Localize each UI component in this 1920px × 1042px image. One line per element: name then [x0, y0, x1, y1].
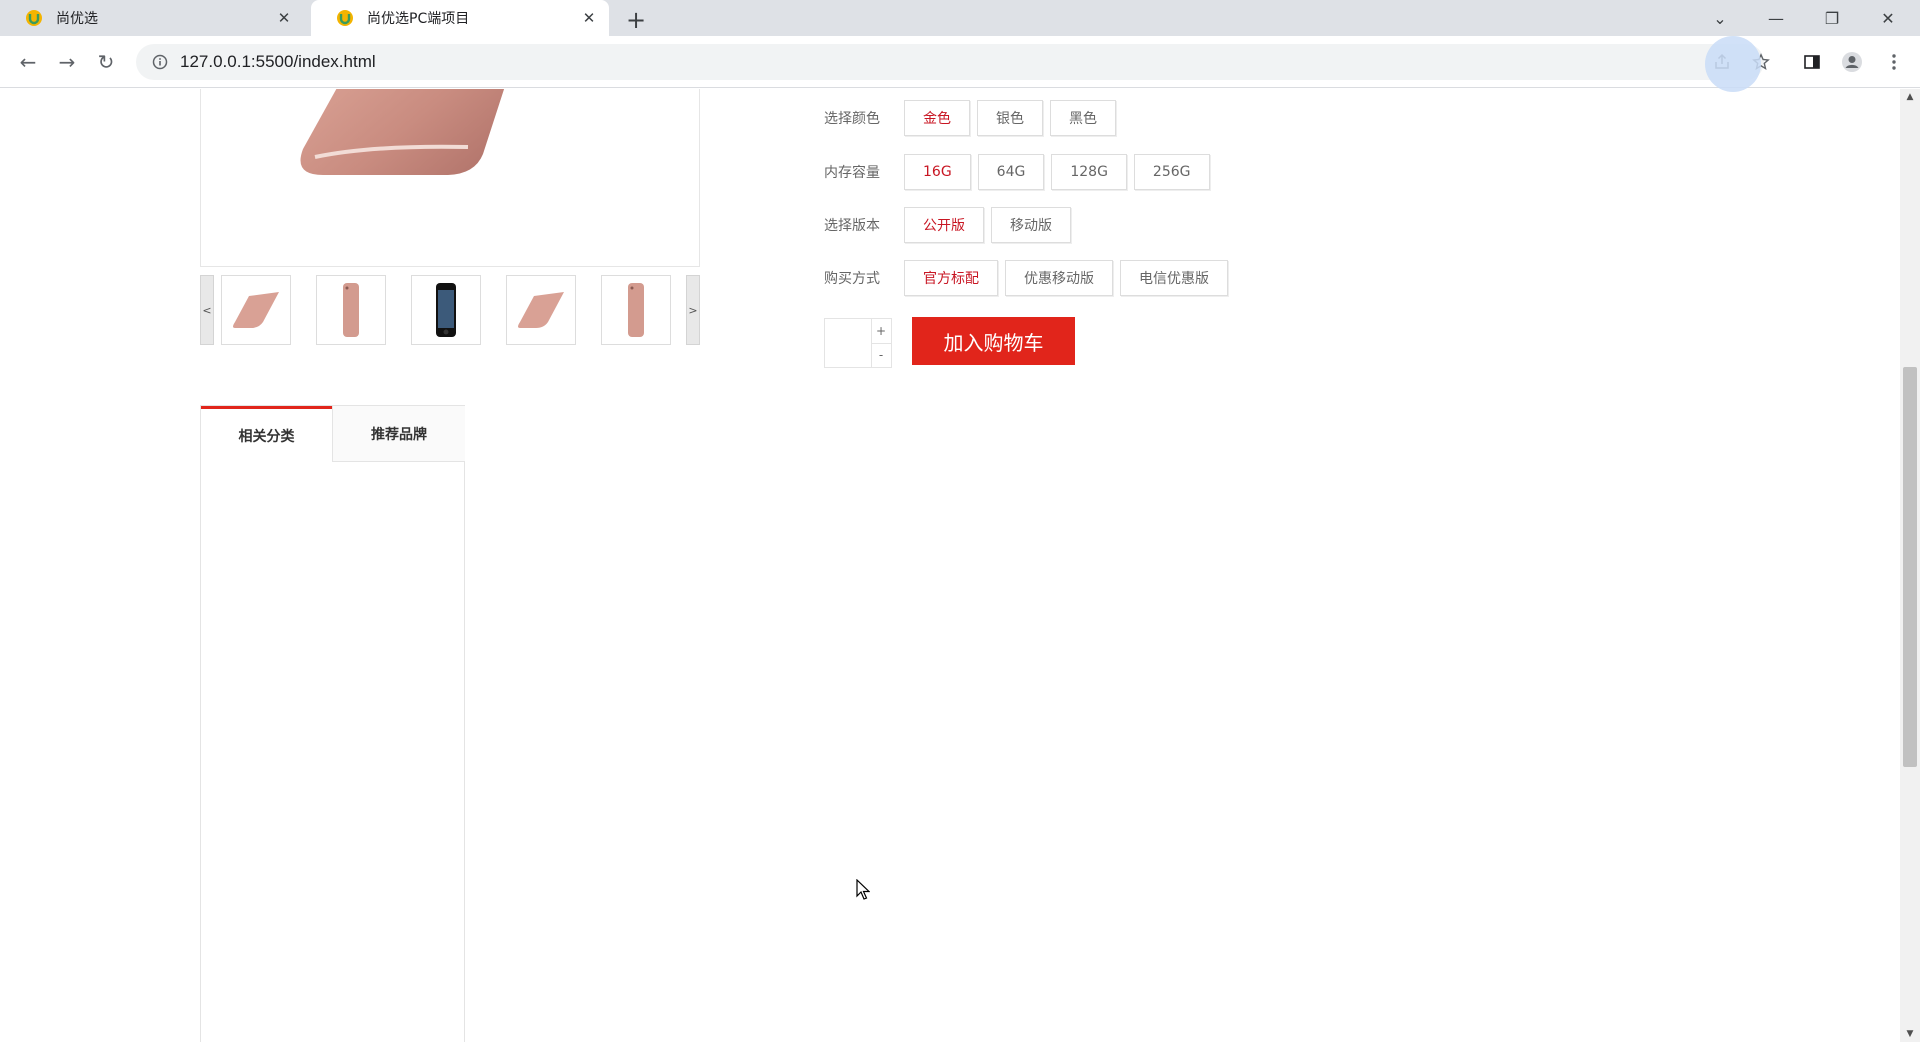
browser-menu-icon[interactable] [1878, 46, 1910, 78]
add-to-cart-button[interactable]: 加入购物车 [912, 317, 1075, 365]
quantity-stepper: + - [824, 318, 892, 368]
minimize-icon[interactable]: — [1748, 0, 1804, 36]
phone-image [300, 89, 505, 175]
scrollbar-thumb[interactable] [1903, 367, 1917, 767]
option-color-silver[interactable]: 银色 [977, 100, 1043, 136]
thumbnail-4[interactable] [506, 275, 576, 345]
option-version-public[interactable]: 公开版 [904, 207, 984, 243]
back-icon[interactable]: ← [12, 46, 44, 78]
thumbnail-strip: < > [200, 275, 700, 345]
restore-icon[interactable]: ❐ [1804, 0, 1860, 36]
forward-icon[interactable]: → [51, 46, 83, 78]
thumbnail-5[interactable] [601, 275, 671, 345]
reload-icon[interactable]: ↻ [90, 46, 122, 78]
thumb-prev-button[interactable]: < [200, 275, 214, 345]
tab-related-categories[interactable]: 相关分类 [201, 406, 332, 462]
spec-row-version: 选择版本 公开版 移动版 [824, 207, 1078, 243]
thumbnail-2[interactable] [316, 275, 386, 345]
url-text: 127.0.0.1:5500/index.html [180, 52, 376, 71]
spec-row-purchase: 购买方式 官方标配 优惠移动版 电信优惠版 [824, 260, 1235, 296]
share-highlight-bubble [1705, 36, 1761, 92]
option-color-gold[interactable]: 金色 [904, 100, 970, 136]
spec-label: 选择版本 [824, 218, 880, 234]
side-tab-panel: 相关分类 推荐品牌 [200, 405, 465, 1042]
thumbnail-3[interactable] [411, 275, 481, 345]
close-tab-icon[interactable]: ✕ [579, 8, 599, 28]
close-tab-icon[interactable]: ✕ [274, 8, 294, 28]
option-memory-128g[interactable]: 128G [1051, 154, 1127, 190]
tab-title: 尚优选PC端项目 [367, 11, 470, 27]
spec-row-memory: 内存容量 16G 64G 128G 256G [824, 154, 1217, 190]
address-bar[interactable]: 127.0.0.1:5500/index.html [136, 44, 1764, 80]
product-main-image [200, 89, 700, 267]
tab-search-chevron-icon[interactable]: ⌄ [1692, 0, 1748, 36]
scroll-up-arrow-icon[interactable]: ▲ [1900, 89, 1920, 105]
browser-tab-1[interactable]: 尚优选 ✕ [0, 0, 304, 36]
thumb-next-button[interactable]: > [686, 275, 700, 345]
spec-label: 内存容量 [824, 165, 880, 181]
close-window-icon[interactable]: ✕ [1860, 0, 1916, 36]
option-version-mobile[interactable]: 移动版 [991, 207, 1071, 243]
mouse-cursor-icon [856, 879, 870, 900]
option-color-black[interactable]: 黑色 [1050, 100, 1116, 136]
scroll-down-arrow-icon[interactable]: ▼ [1900, 1026, 1920, 1042]
quantity-input[interactable] [825, 319, 872, 367]
option-memory-16g[interactable]: 16G [904, 154, 971, 190]
tab-title: 尚优选 [56, 11, 98, 27]
tab-recommended-brands[interactable]: 推荐品牌 [332, 406, 465, 462]
spec-label: 购买方式 [824, 271, 880, 287]
thumbnail-1[interactable] [221, 275, 291, 345]
site-info-icon[interactable] [150, 52, 170, 72]
page-scrollbar[interactable]: ▲ ▼ [1900, 89, 1920, 1042]
browser-toolbar: ← → ↻ 127.0.0.1:5500/index.html [0, 36, 1920, 88]
profile-avatar-icon[interactable] [1836, 46, 1868, 78]
option-purchase-telecom-discount[interactable]: 电信优惠版 [1120, 260, 1228, 296]
quantity-plus-button[interactable]: + [871, 319, 891, 344]
page-viewport: < > 选择颜色 金色 银色 黑色 内存容量 16G 64G 128G 256G… [0, 89, 1900, 1042]
site-favicon-icon [335, 8, 355, 28]
quantity-minus-button[interactable]: - [871, 343, 891, 367]
browser-tab-bar: 尚优选 ✕ 尚优选PC端项目 ✕ + ⌄ — ❐ ✕ [0, 0, 1920, 36]
option-purchase-mobile-discount[interactable]: 优惠移动版 [1005, 260, 1113, 296]
option-purchase-official[interactable]: 官方标配 [904, 260, 998, 296]
side-panel-icon[interactable] [1796, 46, 1828, 78]
browser-tab-2[interactable]: 尚优选PC端项目 ✕ [311, 0, 609, 36]
site-favicon-icon [24, 8, 44, 28]
option-memory-64g[interactable]: 64G [977, 154, 1045, 190]
spec-row-color: 选择颜色 金色 银色 黑色 [824, 100, 1123, 136]
new-tab-icon[interactable]: + [622, 6, 650, 34]
spec-label: 选择颜色 [824, 111, 880, 127]
option-memory-256g[interactable]: 256G [1133, 154, 1210, 190]
